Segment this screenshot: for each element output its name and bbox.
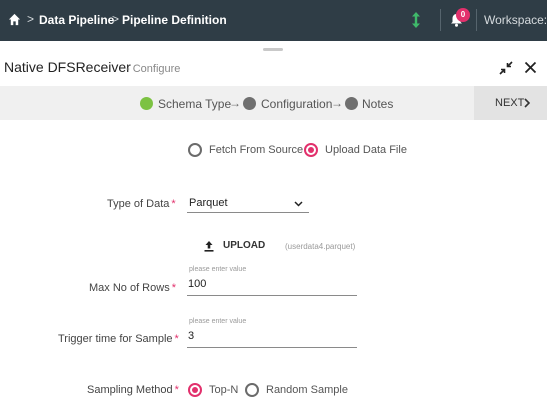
max-rows-field: please enter value [187, 266, 357, 296]
top-n-label[interactable]: Top-N [209, 384, 238, 396]
breadcrumb-separator: > [27, 12, 35, 26]
breadcrumb-pipeline-definition[interactable]: Pipeline Definition [122, 13, 227, 27]
max-rows-input[interactable] [188, 278, 353, 290]
breadcrumb-separator: > [112, 12, 120, 26]
home-icon[interactable] [8, 13, 21, 26]
random-sample-radio[interactable] [245, 383, 259, 397]
panel-drag-handle[interactable] [263, 48, 283, 51]
upload-button[interactable]: UPLOAD [203, 239, 265, 255]
trigger-time-field: please enter value [187, 318, 357, 348]
type-of-data-value: Parquet [189, 197, 228, 209]
type-of-data-label: Type of Data * [107, 198, 176, 210]
close-icon[interactable] [524, 61, 537, 74]
step-schema-type: Schema Type [158, 97, 232, 111]
type-of-data-select[interactable]: Parquet [187, 195, 309, 213]
sync-icon[interactable] [409, 10, 423, 30]
max-rows-placeholder: please enter value [189, 266, 247, 273]
fetch-from-source-radio[interactable] [188, 143, 202, 157]
upload-data-file-radio[interactable] [304, 143, 318, 157]
toolbar-divider [440, 9, 441, 31]
step-pending-dot [345, 97, 358, 110]
upload-button-label: UPLOAD [223, 240, 266, 251]
upload-icon [204, 241, 214, 252]
max-rows-label: Max No of Rows * [89, 282, 176, 294]
panel-subtitle: - Configure [126, 63, 181, 75]
random-sample-label[interactable]: Random Sample [266, 384, 348, 396]
step-pending-dot [243, 97, 256, 110]
chevron-right-icon [524, 98, 530, 108]
next-button-label: NEXT [495, 97, 525, 109]
panel-title: Native DFSReceiver [4, 59, 131, 75]
minimize-icon[interactable] [499, 61, 513, 75]
step-notes: Notes [362, 97, 394, 111]
next-button[interactable]: NEXT [474, 86, 547, 120]
top-n-radio[interactable] [188, 383, 202, 397]
fetch-from-source-label[interactable]: Fetch From Source [209, 144, 303, 156]
trigger-time-label: Trigger time for Sample * [58, 333, 179, 345]
top-navigation-bar: > Data Pipeline > Pipeline Definition 0 … [0, 0, 547, 41]
workspace-selector[interactable]: Workspace: [484, 13, 547, 27]
chevron-down-icon [294, 201, 303, 207]
notifications-button[interactable]: 0 [448, 8, 470, 31]
toolbar-divider [476, 9, 477, 31]
uploaded-file-name: (userdata4.parquet) [285, 242, 356, 251]
step-arrow: → [331, 96, 343, 110]
step-configuration: Configuration [261, 97, 333, 111]
notification-count-badge: 0 [456, 8, 470, 22]
upload-data-file-label[interactable]: Upload Data File [325, 144, 407, 156]
trigger-time-placeholder: please enter value [189, 318, 247, 325]
step-arrow: → [229, 96, 241, 110]
step-complete-dot [140, 97, 153, 110]
sampling-method-label: Sampling Method * [87, 384, 179, 396]
trigger-time-input[interactable] [188, 330, 353, 342]
breadcrumb-data-pipeline[interactable]: Data Pipeline [39, 13, 114, 27]
